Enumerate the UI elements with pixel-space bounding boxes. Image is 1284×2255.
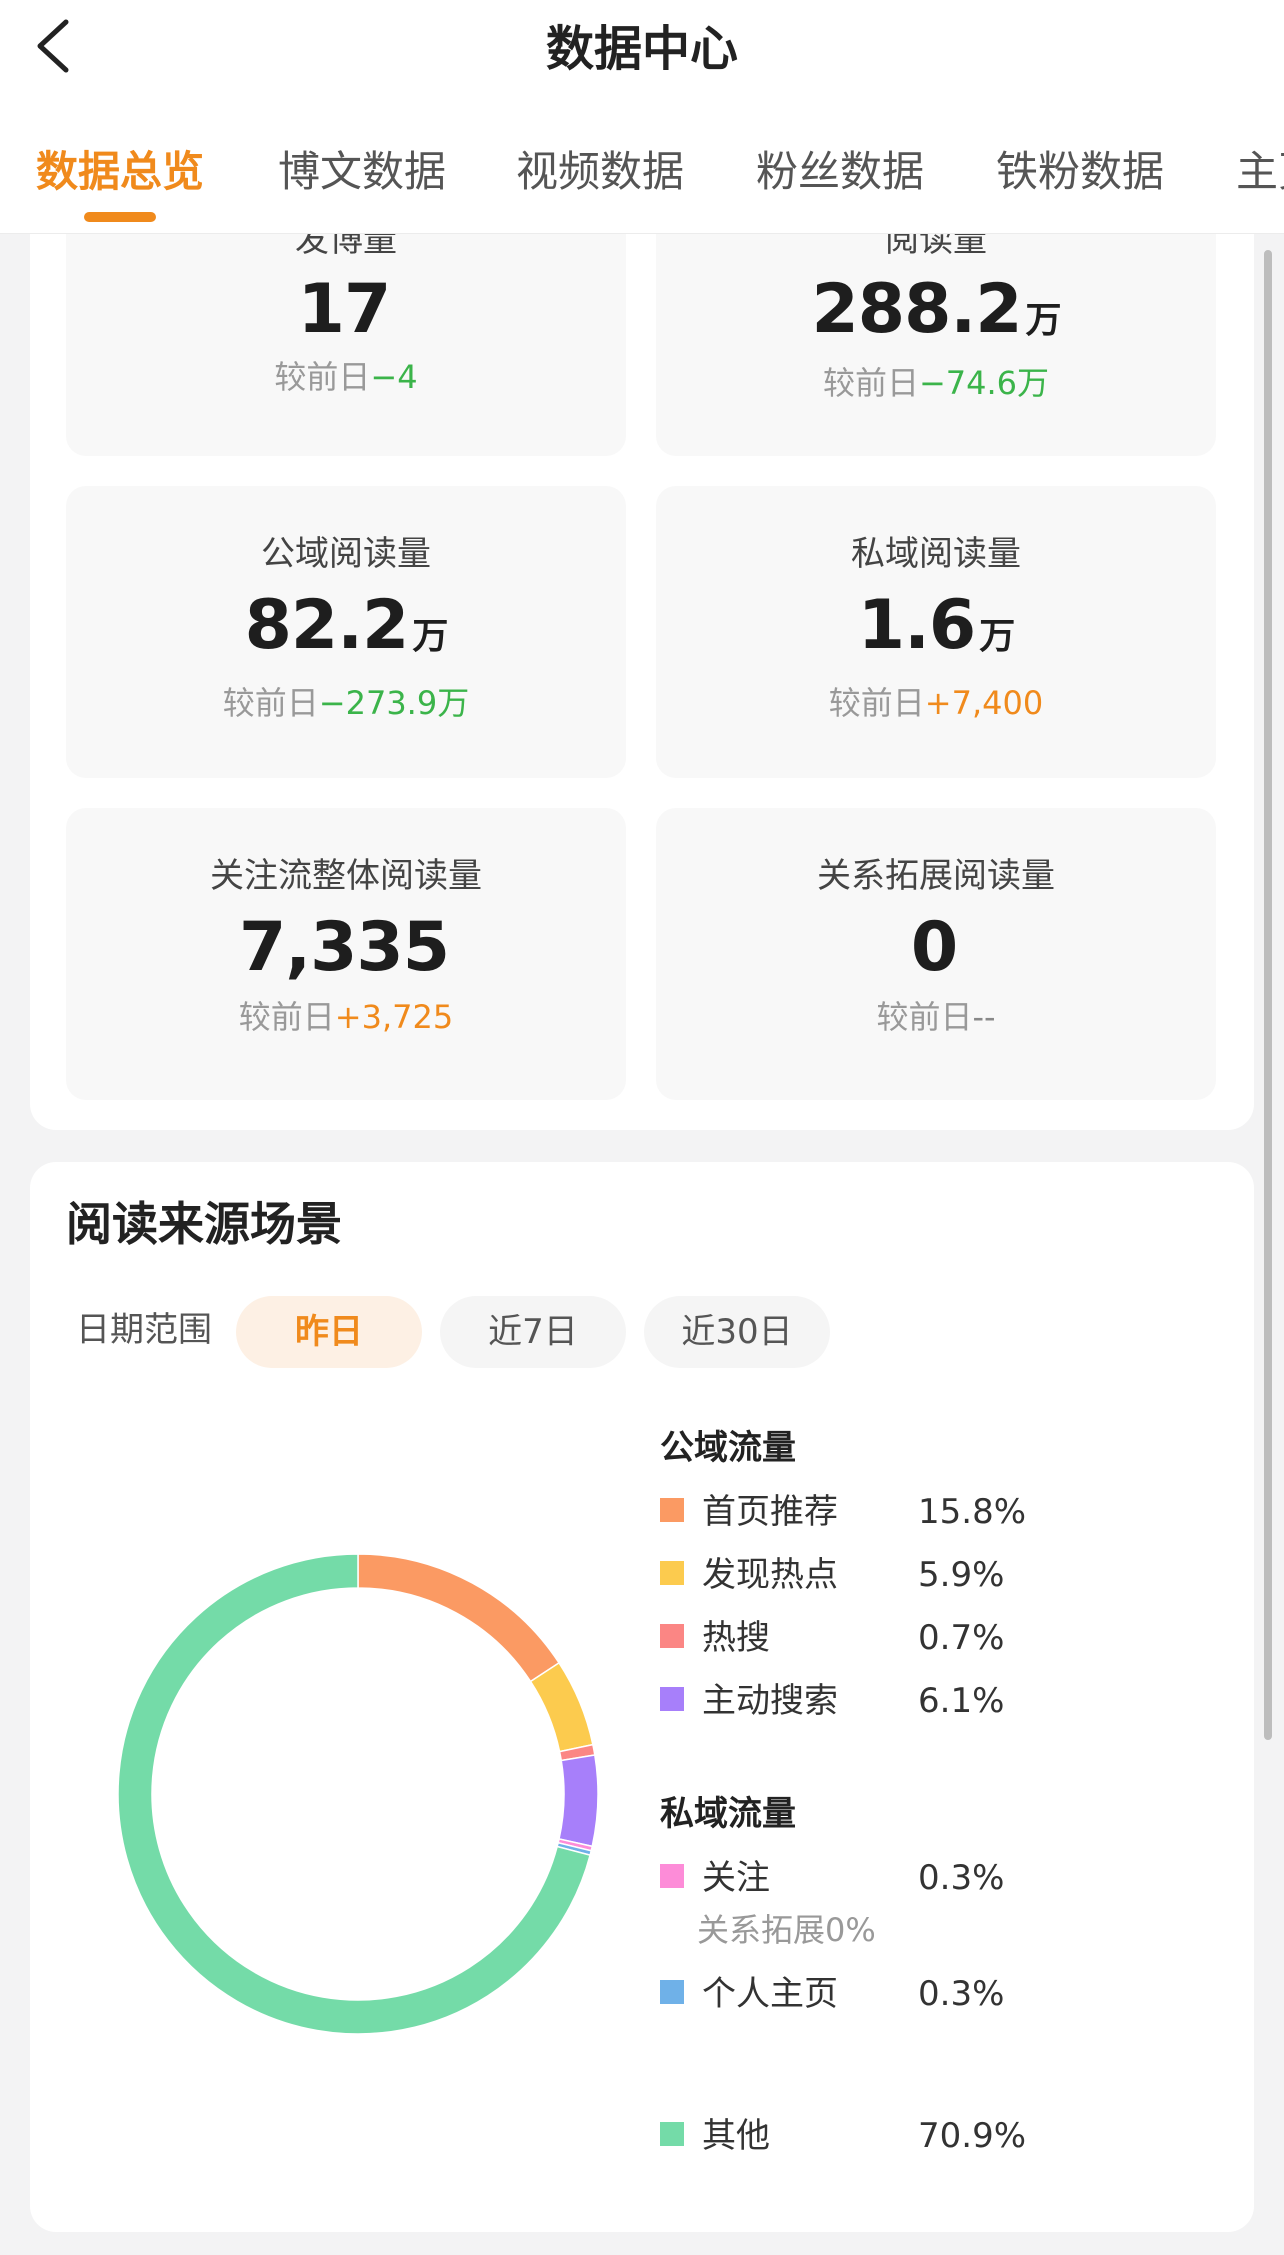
tab-video-data[interactable]: 视频数据 <box>516 142 684 202</box>
reading-source-card: 阅读来源场景 日期范围 昨日 近7日 近30日 公域流量 首页推荐 15.8% … <box>30 1162 1254 2232</box>
metric-change: 较前日+7,400 <box>828 684 1044 722</box>
page-title: 数据中心 <box>545 21 738 77</box>
public-traffic-title: 公域流量 <box>660 1428 796 1468</box>
tab-post-data[interactable]: 博文数据 <box>278 142 446 202</box>
tab-homepage[interactable]: 主页 <box>1236 142 1284 202</box>
legend-percent: 0.3% <box>918 1974 1005 2014</box>
legend-swatch <box>660 1687 684 1711</box>
metric-label: 公域阅读量 <box>261 534 431 574</box>
metric-reads[interactable]: 阅读量 288.2 万 较前日−74.6万 <box>656 234 1216 456</box>
section-title: 阅读来源场景 <box>66 1197 342 1251</box>
legend-row: 其他 70.9% <box>660 2110 1220 2162</box>
legend-swatch <box>660 1980 684 2004</box>
legend-swatch <box>660 2122 684 2146</box>
donut-slice-0 <box>357 1553 561 1683</box>
tab-bar: 数据总览 博文数据 视频数据 粉丝数据 铁粉数据 主页 <box>0 110 1284 234</box>
donut-slice-3 <box>558 1754 599 1848</box>
metric-label: 发博量 <box>295 234 397 260</box>
legend-percent: 70.9% <box>918 2116 1027 2156</box>
tab-iron-fans-data[interactable]: 铁粉数据 <box>996 142 1164 202</box>
legend-swatch <box>660 1498 684 1522</box>
legend-percent: 0.3% <box>918 1858 1005 1898</box>
legend-row: 发现热点 5.9% <box>660 1549 1220 1601</box>
legend-name: 首页推荐 <box>702 1492 838 1532</box>
metric-change: 较前日+3,725 <box>238 998 454 1036</box>
metric-follow-feed-reads[interactable]: 关注流整体阅读量 7,335 较前日+3,725 <box>66 808 626 1100</box>
metric-value: 17 <box>297 270 392 349</box>
legend-percent: 6.1% <box>918 1681 1005 1721</box>
legend-row: 关注 0.3% <box>660 1852 1220 1904</box>
legend-name: 个人主页 <box>702 1974 838 2014</box>
legend-name: 主动搜索 <box>702 1681 838 1721</box>
legend-row: 热搜 0.7% <box>660 1612 1220 1664</box>
range-7-days-button[interactable]: 近7日 <box>440 1296 626 1368</box>
legend-name: 发现热点 <box>702 1555 838 1595</box>
legend-swatch <box>660 1624 684 1648</box>
metric-change: 较前日-- <box>876 998 996 1036</box>
legend-percent: 0.7% <box>918 1618 1005 1658</box>
legend-percent: 15.8% <box>918 1492 1027 1532</box>
metric-public-reads[interactable]: 公域阅读量 82.2 万 较前日−273.9万 <box>66 486 626 778</box>
active-tab-indicator <box>84 212 156 222</box>
range-yesterday-button[interactable]: 昨日 <box>236 1296 422 1368</box>
range-30-days-button[interactable]: 近30日 <box>644 1296 830 1368</box>
metric-label: 私域阅读量 <box>851 534 1021 574</box>
legend-swatch <box>660 1864 684 1888</box>
relation-expansion-note: 关系拓展0% <box>697 1911 876 1949</box>
legend-swatch <box>660 1561 684 1585</box>
scrollbar[interactable] <box>1264 250 1272 1740</box>
metric-change: 较前日−273.9万 <box>222 684 470 722</box>
legend-row: 首页推荐 15.8% <box>660 1486 1220 1538</box>
legend-name: 其他 <box>702 2116 770 2156</box>
metric-label: 阅读量 <box>885 234 987 260</box>
navigation-bar: 数据中心 <box>0 0 1284 110</box>
tab-overview[interactable]: 数据总览 <box>36 142 204 202</box>
metric-value: 7,335 <box>238 908 450 987</box>
metric-private-reads[interactable]: 私域阅读量 1.6 万 较前日+7,400 <box>656 486 1216 778</box>
metric-label: 关系拓展阅读量 <box>817 856 1055 896</box>
legend-name: 热搜 <box>702 1618 770 1658</box>
reading-source-donut-chart <box>117 1553 599 2035</box>
metric-change: 较前日−4 <box>274 358 418 396</box>
legend-name: 关注 <box>702 1858 770 1898</box>
tab-fans-data[interactable]: 粉丝数据 <box>756 142 924 202</box>
metric-value: 1.6 万 <box>857 586 1015 665</box>
date-range-label: 日期范围 <box>76 1310 212 1350</box>
legend-row: 主动搜索 6.1% <box>660 1675 1220 1727</box>
metric-value: 288.2 万 <box>811 270 1061 349</box>
donut-slice-1 <box>529 1661 594 1753</box>
metric-value: 82.2 万 <box>244 586 449 665</box>
metric-relation-expansion-reads[interactable]: 关系拓展阅读量 0 较前日-- <box>656 808 1216 1100</box>
metric-posts[interactable]: 发博量 17 较前日−4 <box>66 234 626 456</box>
legend-row: 个人主页 0.3% <box>660 1968 1220 2020</box>
metric-change: 较前日−74.6万 <box>822 364 1050 402</box>
metric-label: 关注流整体阅读量 <box>210 856 482 896</box>
private-traffic-title: 私域流量 <box>660 1794 796 1834</box>
metric-value: 0 <box>910 908 958 987</box>
metrics-card: 发博量 17 较前日−4 阅读量 288.2 万 较前日−74.6万 公域阅读量 … <box>30 234 1254 1130</box>
legend-percent: 5.9% <box>918 1555 1005 1595</box>
